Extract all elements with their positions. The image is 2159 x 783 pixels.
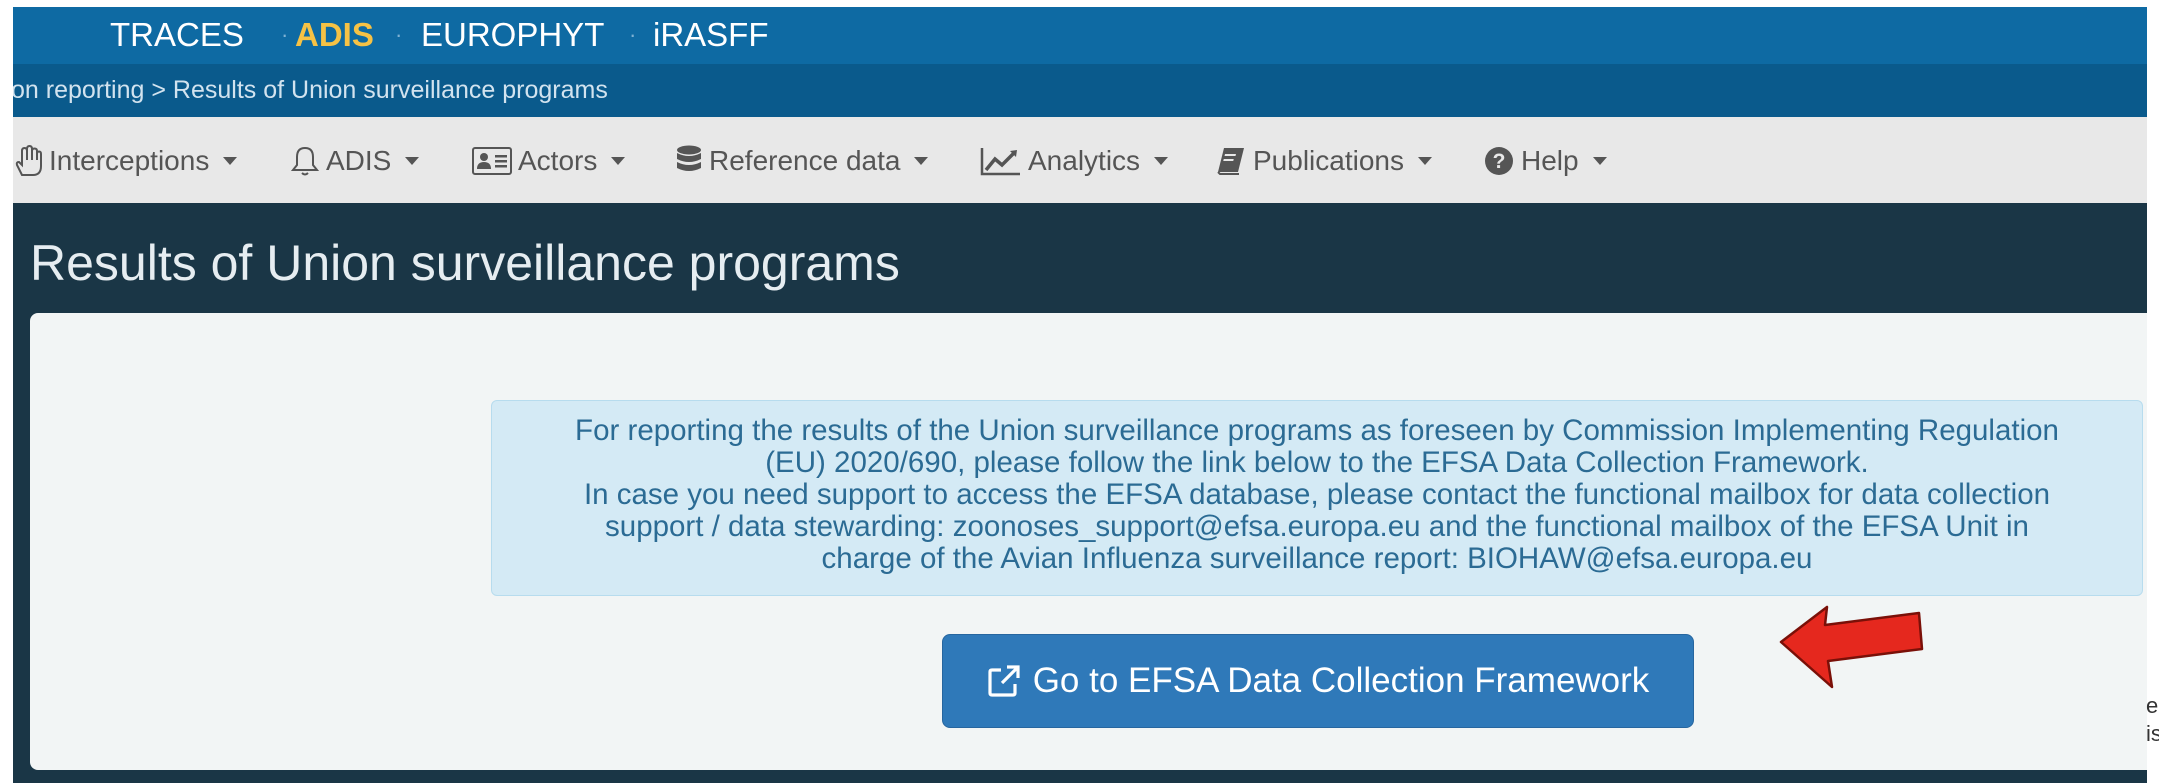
- menu-analytics-label: Analytics: [1028, 145, 1141, 176]
- alert-line: support / data stewarding: zoonoses_supp…: [605, 510, 2029, 543]
- menu-reference-data[interactable]: Reference data: [675, 141, 929, 181]
- database-icon: [677, 145, 701, 171]
- go-to-efsa-label: Go to EFSA Data Collection Framework: [1032, 661, 1650, 700]
- caret-down-icon: [223, 157, 238, 165]
- breadcrumb[interactable]: on reporting > Results of Union surveill…: [13, 75, 608, 105]
- brand-bar: TRACES · ADIS · EUROPHYT · iRASFF: [13, 7, 2147, 64]
- menu-help[interactable]: ? Help: [1483, 141, 1607, 181]
- clipped-edge-text: ea is: [2146, 693, 2159, 746]
- question-circle-icon: ?: [1485, 147, 1513, 175]
- menu-help-label: Help: [1521, 145, 1579, 176]
- svg-text:?: ?: [1493, 150, 1506, 173]
- menu-interceptions[interactable]: Interceptions: [13, 141, 238, 181]
- caret-down-icon: [611, 157, 626, 165]
- id-card-icon: [472, 147, 512, 175]
- menu-actors[interactable]: Actors: [472, 141, 626, 181]
- alert-line: (EU) 2020/690, please follow the link be…: [765, 446, 1869, 479]
- caret-down-icon: [405, 157, 420, 165]
- info-alert: For reporting the results of the Union s…: [491, 400, 2143, 596]
- alert-line: In case you need support to access the E…: [583, 478, 2051, 511]
- brand-separator: ·: [281, 22, 289, 47]
- menu-adis[interactable]: ADIS: [290, 141, 420, 181]
- caret-down-icon: [1592, 157, 1607, 165]
- brand-europhyt-link[interactable]: EUROPHYT: [421, 15, 604, 55]
- menu-actors-label: Actors: [518, 145, 598, 176]
- caret-down-icon: [1417, 157, 1432, 165]
- page-title: Results of Union surveillance programs: [30, 235, 900, 291]
- hand-icon: [15, 145, 42, 176]
- red-arrow-icon: [1779, 605, 1924, 689]
- menu-adis-label: ADIS: [326, 145, 392, 176]
- breadcrumb-bar: on reporting > Results of Union surveill…: [13, 64, 2147, 117]
- brand-irasff-link[interactable]: iRASFF: [653, 15, 769, 55]
- caret-down-icon: [1154, 157, 1169, 165]
- brand-separator: ·: [629, 22, 637, 47]
- brand-traces-link[interactable]: TRACES: [110, 15, 244, 55]
- menu-reference-data-label: Reference data: [709, 145, 901, 176]
- menu-interceptions-label: Interceptions: [49, 145, 210, 176]
- alert-line: charge of the Avian Influenza surveillan…: [821, 542, 1813, 575]
- go-to-efsa-button[interactable]: Go to EFSA Data Collection Framework: [942, 634, 1694, 728]
- menu-publications-label: Publications: [1253, 145, 1404, 176]
- main-menu: Interceptions ADIS Actors Reference data…: [13, 117, 2147, 203]
- brand-adis-link[interactable]: ADIS: [295, 15, 374, 55]
- bell-icon: [290, 146, 320, 176]
- app-frame: TRACES · ADIS · EUROPHYT · iRASFF on rep…: [13, 7, 2147, 783]
- menu-analytics[interactable]: Analytics: [980, 141, 1169, 181]
- book-icon: [1217, 148, 1244, 175]
- content-panel: For reporting the results of the Union s…: [30, 313, 2147, 770]
- line-chart-icon: [980, 148, 1020, 176]
- alert-line: For reporting the results of the Union s…: [575, 414, 2059, 447]
- caret-down-icon: [914, 157, 929, 165]
- brand-separator: ·: [395, 22, 403, 47]
- external-link-icon: [988, 665, 1020, 697]
- menu-publications[interactable]: Publications: [1215, 141, 1432, 181]
